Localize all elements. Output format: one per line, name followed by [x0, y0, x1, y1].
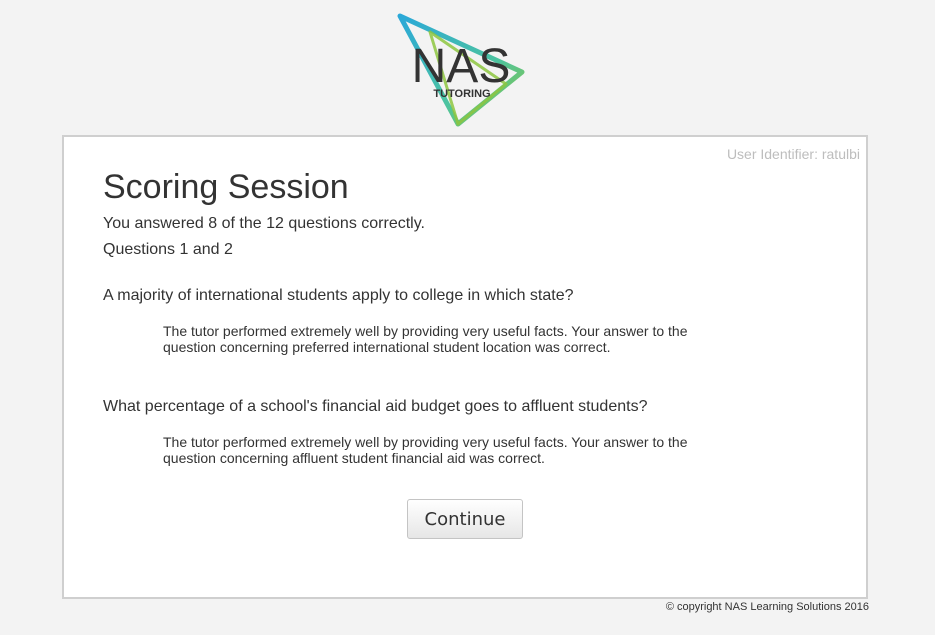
question-text: What percentage of a school's financial …	[103, 398, 648, 415]
logo-wordmark: NAS	[412, 40, 511, 93]
score-summary: You answered 8 of the 12 questions corre…	[103, 215, 425, 232]
scoring-panel: User Identifier: ratulbi Scoring Session…	[62, 135, 868, 599]
question-range: Questions 1 and 2	[103, 241, 233, 258]
logo-subtext: TUTORING	[433, 88, 490, 100]
copyright-footer: © copyright NAS Learning Solutions 2016	[665, 601, 869, 613]
question-feedback: The tutor performed extremely well by pr…	[163, 323, 688, 355]
nas-tutoring-logo: NAS TUTORING	[396, 12, 528, 130]
question-text: A majority of international students app…	[103, 287, 574, 304]
question-feedback: The tutor performed extremely well by pr…	[163, 434, 688, 466]
page-title: Scoring Session	[103, 168, 349, 206]
user-identifier: User Identifier: ratulbi	[726, 146, 860, 162]
continue-button[interactable]: Continue	[407, 499, 523, 539]
